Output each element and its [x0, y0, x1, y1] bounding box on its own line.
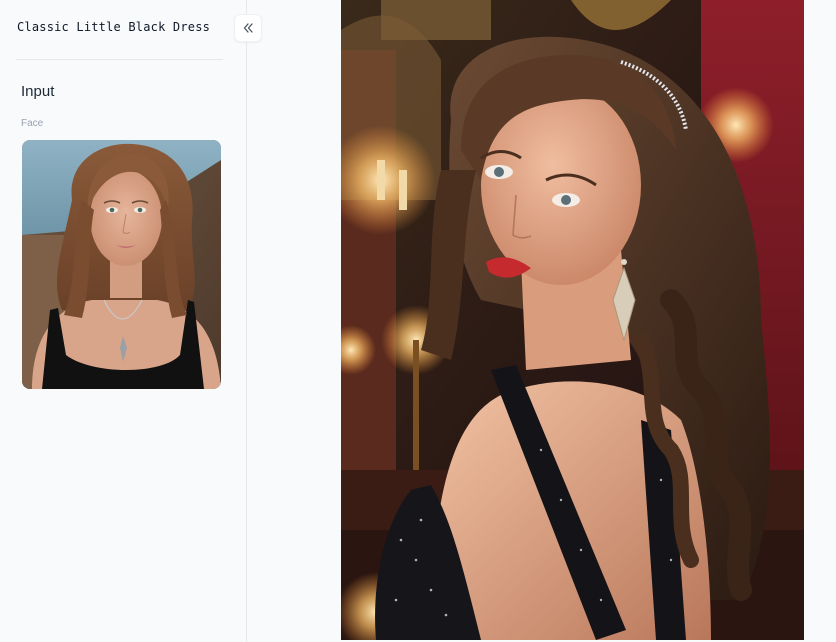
result-portrait	[341, 0, 804, 640]
app-title: Classic Little Black Dress	[17, 20, 211, 34]
face-photo	[22, 140, 221, 389]
collapse-sidebar-button[interactable]	[234, 14, 262, 42]
app-window: Classic Little Black Dress Input Face	[0, 0, 836, 642]
input-section-title: Input	[21, 83, 55, 100]
chevrons-left-icon	[243, 23, 253, 33]
face-input-image[interactable]	[22, 140, 221, 389]
generated-result-image[interactable]	[341, 0, 804, 640]
sidebar-divider	[16, 59, 223, 60]
sidebar: Classic Little Black Dress Input Face	[0, 0, 247, 642]
main-content	[248, 0, 836, 642]
face-field-label: Face	[21, 118, 44, 129]
